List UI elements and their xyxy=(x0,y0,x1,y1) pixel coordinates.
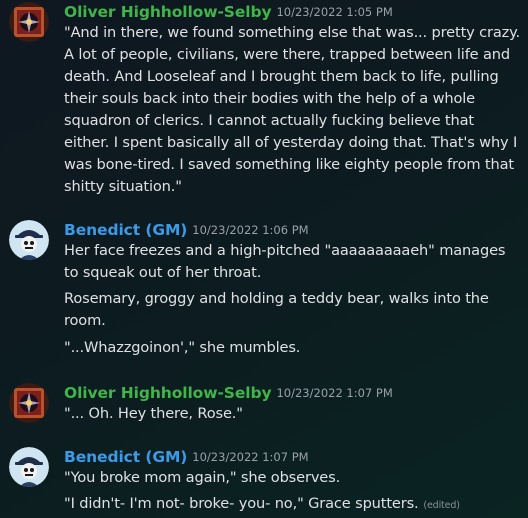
gm-avatar[interactable] xyxy=(9,220,49,260)
author-name[interactable]: Benedict (GM) xyxy=(64,221,187,239)
timestamp: 10/23/2022 1:06 PM xyxy=(192,223,309,237)
message-text: "...Whazzgoinon'," she mumbles. xyxy=(64,339,301,356)
message-oliver-1: Oliver Highhollow-Selby 10/23/2022 1:05 P… xyxy=(0,0,528,200)
author-name[interactable]: Oliver Highhollow-Selby xyxy=(64,3,272,21)
message-benedict-2: Benedict (GM) 10/23/2022 1:07 PM "You bro… xyxy=(0,445,528,518)
message-text: "You broke mom again," she observes. xyxy=(64,469,341,486)
message-text-last: "I didn't- I'm not- broke- you- no," Gra… xyxy=(64,493,522,517)
message-oliver-2: Oliver Highhollow-Selby 10/23/2022 1:07 P… xyxy=(0,381,528,426)
gm-avatar[interactable] xyxy=(9,447,49,487)
message-text: "... Oh. Hey there, Rose." xyxy=(64,405,243,422)
author-name[interactable]: Oliver Highhollow-Selby xyxy=(64,384,272,402)
timestamp: 10/23/2022 1:07 PM xyxy=(192,450,309,464)
message-text: "I didn't- I'm not- broke- you- no," Gra… xyxy=(64,495,419,512)
oliver-avatar[interactable] xyxy=(9,383,49,423)
edited-label: (edited) xyxy=(420,500,460,511)
message-text: Her face freezes and a high-pitched "aaa… xyxy=(64,242,506,281)
oliver-avatar[interactable] xyxy=(9,2,49,42)
message-text: "And in there, we found something else t… xyxy=(64,24,521,195)
timestamp: 10/23/2022 1:05 PM xyxy=(276,5,393,19)
message-text: Rosemary, groggy and holding a teddy bea… xyxy=(64,290,489,329)
timestamp: 10/23/2022 1:07 PM xyxy=(276,386,393,400)
author-name[interactable]: Benedict (GM) xyxy=(64,448,187,466)
message-benedict-1: Benedict (GM) 10/23/2022 1:06 PM Her face… xyxy=(0,218,528,363)
